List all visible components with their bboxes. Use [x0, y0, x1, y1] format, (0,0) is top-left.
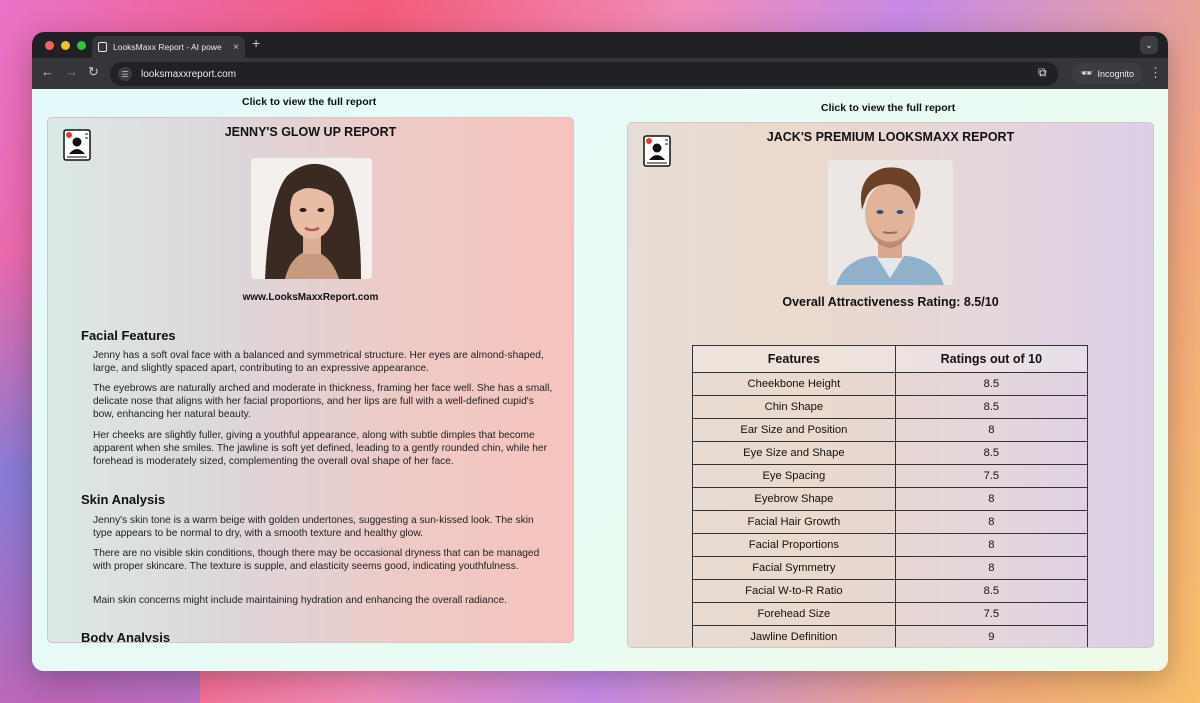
- feature-rating: 9: [894, 625, 1089, 647]
- feature-rating: 8.5: [894, 441, 1089, 465]
- tab-search-chevron-icon[interactable]: ⌄: [1140, 36, 1158, 54]
- feature-name: Eye Spacing: [692, 464, 896, 488]
- table-row: Facial Proportions 8: [692, 533, 1089, 557]
- feature-rating: 8: [894, 418, 1089, 442]
- feature-name: Facial Symmetry: [692, 556, 896, 580]
- extensions-puzzle-icon[interactable]: ⧉: [1038, 65, 1047, 80]
- back-arrow-icon[interactable]: ←: [41, 64, 54, 79]
- feature-name: Chin Shape: [692, 395, 896, 419]
- skin-analysis-paragraph-3: Main skin concerns might include maintai…: [93, 595, 507, 606]
- skin-analysis-paragraph-1: Jenny's skin tone is a warm beige with g…: [93, 515, 534, 540]
- feature-rating: 7.5: [894, 602, 1089, 626]
- feature-name: Jawline Definition: [692, 625, 896, 647]
- section-heading-body-analysis: Body Analysis: [81, 630, 171, 643]
- incognito-icon: 🕶: [1081, 68, 1093, 78]
- table-row: Facial Symmetry 8: [692, 556, 1089, 580]
- feature-ratings-table: Features Ratings out of 10 Cheekbone Hei…: [692, 345, 1089, 647]
- table-row: Chin Shape 8.5: [692, 395, 1089, 419]
- feature-name: Cheekbone Height: [692, 372, 896, 396]
- feature-name: Forehead Size: [692, 602, 896, 626]
- jack-portrait: [828, 160, 953, 285]
- section-heading-skin-analysis: Skin Analysis: [81, 492, 166, 507]
- address-bar[interactable]: ☰ looksmaxxreport.com ☆: [110, 62, 1058, 86]
- browser-toolbar: ← → ↻ ☰ looksmaxxreport.com ☆ ⧉ 🕶 Incogn…: [32, 58, 1168, 89]
- feature-name: Ear Size and Position: [692, 418, 896, 442]
- jack-report-card[interactable]: JACK'S PREMIUM LOOKSMAXX REPORT Overall …: [627, 122, 1154, 648]
- table-row: Facial W-to-R Ratio 8.5: [692, 579, 1089, 603]
- table-row: Jawline Definition 9: [692, 625, 1089, 647]
- table-row: Eye Size and Shape 8.5: [692, 441, 1089, 465]
- facial-features-paragraph-1: Jenny has a soft oval face with a balanc…: [93, 350, 544, 375]
- site-info-icon[interactable]: ☰: [118, 67, 132, 81]
- jenny-report-card[interactable]: JENNY'S GLOW UP REPORT www.LooksMaxxRepo…: [47, 117, 574, 643]
- facial-features-paragraph-2: The eyebrows are naturally arched and mo…: [93, 383, 553, 421]
- table-row: Facial Hair Growth 8: [692, 510, 1089, 534]
- feature-name: Facial W-to-R Ratio: [692, 579, 896, 603]
- page-content: Click to view the full report JENNY'S GL…: [32, 89, 1168, 671]
- maximize-window-button[interactable]: [77, 41, 86, 50]
- table-header-row: Features Ratings out of 10: [692, 345, 1089, 373]
- feature-rating: 8: [894, 487, 1089, 511]
- feature-rating: 8: [894, 510, 1089, 534]
- feature-rating: 8: [894, 533, 1089, 557]
- feature-rating: 8.5: [894, 372, 1089, 396]
- jack-report-title: JACK'S PREMIUM LOOKSMAXX REPORT: [766, 130, 1015, 144]
- table-row: Eyebrow Shape 8: [692, 487, 1089, 511]
- right-report-caption[interactable]: Click to view the full report: [821, 102, 955, 114]
- tab-close-icon[interactable]: ×: [233, 42, 239, 53]
- reload-icon[interactable]: ↻: [88, 64, 99, 80]
- header-features: Features: [692, 345, 896, 373]
- feature-rating: 8: [894, 556, 1089, 580]
- report-website-url: www.LooksMaxxReport.com: [242, 292, 379, 303]
- browser-tab[interactable]: LooksMaxx Report - AI powe ×: [92, 36, 245, 58]
- feature-rating: 8.5: [894, 579, 1089, 603]
- feature-name: Facial Hair Growth: [692, 510, 896, 534]
- url-text: looksmaxxreport.com: [141, 68, 237, 80]
- browser-titlebar: LooksMaxx Report - AI powe × + ⌄: [32, 32, 1168, 58]
- forward-arrow-icon[interactable]: →: [65, 64, 78, 79]
- browser-window: LooksMaxx Report - AI powe × + ⌄ ← → ↻ ☰…: [32, 32, 1168, 671]
- close-window-button[interactable]: [45, 41, 54, 50]
- skin-analysis-paragraph-2: There are no visible skin conditions, th…: [93, 548, 540, 573]
- browser-menu-icon[interactable]: ⋮: [1149, 65, 1162, 81]
- minimize-window-button[interactable]: [61, 41, 70, 50]
- left-report-caption[interactable]: Click to view the full report: [242, 96, 376, 108]
- feature-rating: 8.5: [894, 395, 1089, 419]
- jenny-report-title: JENNY'S GLOW UP REPORT: [224, 125, 397, 139]
- table-row: Ear Size and Position 8: [692, 418, 1089, 442]
- header-ratings: Ratings out of 10: [894, 345, 1089, 373]
- feature-name: Facial Proportions: [692, 533, 896, 557]
- feature-name: Eye Size and Shape: [692, 441, 896, 465]
- new-tab-button[interactable]: +: [252, 35, 260, 51]
- table-row: Cheekbone Height 8.5: [692, 372, 1089, 396]
- table-row: Eye Spacing 7.5: [692, 464, 1089, 488]
- feature-name: Eyebrow Shape: [692, 487, 896, 511]
- page-favicon-icon: [98, 42, 107, 52]
- section-heading-facial-features: Facial Features: [81, 328, 176, 343]
- feature-rating: 7.5: [894, 464, 1089, 488]
- incognito-label: Incognito: [1097, 68, 1134, 79]
- jenny-portrait: [251, 158, 372, 279]
- table-row: Forehead Size 7.5: [692, 602, 1089, 626]
- tab-title: LooksMaxx Report - AI powe: [113, 42, 222, 52]
- incognito-indicator[interactable]: 🕶 Incognito: [1072, 63, 1143, 84]
- window-controls: [45, 41, 86, 50]
- facial-features-paragraph-3: Her cheeks are slightly fuller, giving a…: [93, 430, 547, 468]
- overall-attractiveness-rating: Overall Attractiveness Rating: 8.5/10: [782, 295, 999, 309]
